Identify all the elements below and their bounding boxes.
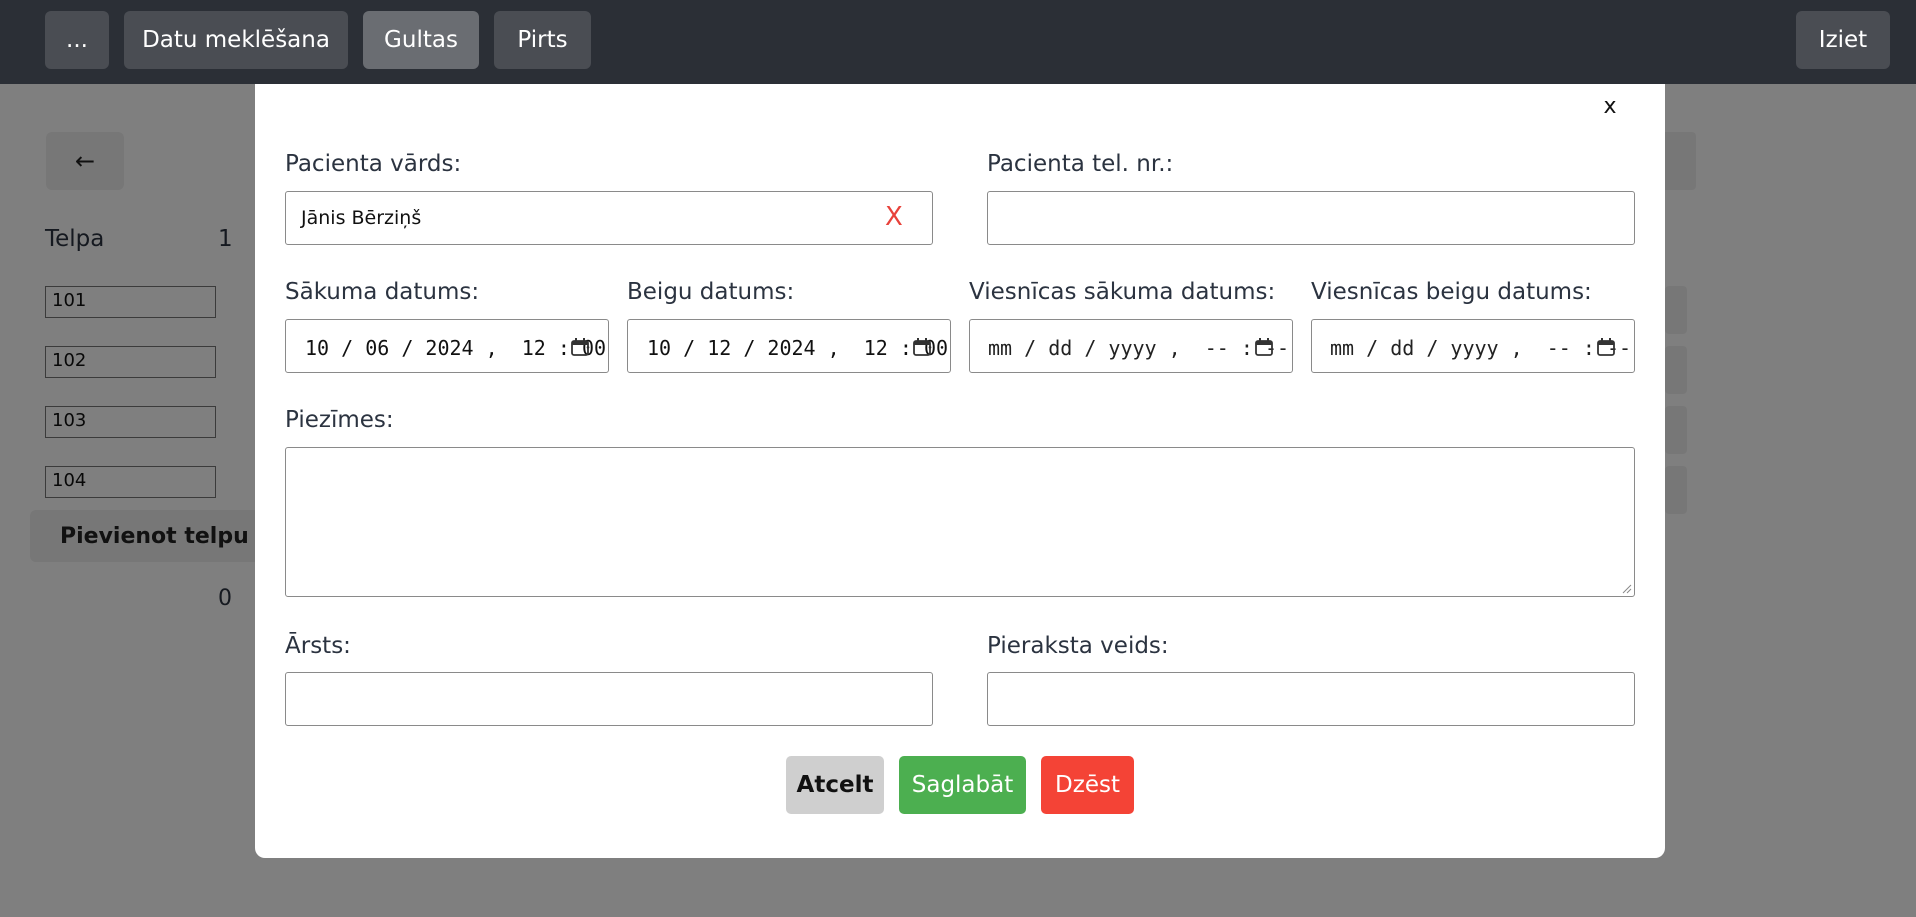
patient-name-field[interactable]: Jānis Bērziņš X <box>285 191 933 245</box>
doctor-field[interactable] <box>285 672 933 726</box>
nav-data-search[interactable]: Datu meklēšana <box>124 11 348 69</box>
calendar-icon[interactable] <box>570 337 590 357</box>
calendar-icon[interactable] <box>1254 337 1274 357</box>
end-date-value: 10 / 12 / 2024 , 12 : 00 <box>647 336 949 360</box>
notes-label: Piezīmes: <box>285 407 394 433</box>
notes-textarea[interactable] <box>285 447 1635 597</box>
patient-name-value: Jānis Bērziņš <box>301 207 422 229</box>
patient-phone-field[interactable] <box>987 191 1635 245</box>
hotel-start-date-input[interactable]: mm / dd / yyyy , -- : -- <box>969 319 1293 373</box>
hotel-end-date-label: Viesnīcas beigu datums: <box>1311 279 1592 305</box>
logout-button[interactable]: Iziet <box>1796 11 1890 69</box>
nav-sauna[interactable]: Pirts <box>494 11 591 69</box>
appointment-type-label: Pieraksta veids: <box>987 633 1169 659</box>
nav-beds[interactable]: Gultas <box>363 11 479 69</box>
top-navbar: ... Datu meklēšana Gultas Pirts Iziet <box>0 0 1916 84</box>
menu-button[interactable]: ... <box>45 11 109 69</box>
doctor-label: Ārsts: <box>285 633 351 659</box>
hotel-start-date-value: mm / dd / yyyy , -- : -- <box>988 336 1290 360</box>
start-date-value: 10 / 06 / 2024 , 12 : 00 <box>305 336 607 360</box>
resize-grip-icon[interactable] <box>1620 582 1632 594</box>
end-date-label: Beigu datums: <box>627 279 795 305</box>
save-button[interactable]: Saglabāt <box>899 756 1026 814</box>
appointment-type-field[interactable] <box>987 672 1635 726</box>
patient-phone-label: Pacienta tel. nr.: <box>987 151 1174 177</box>
close-modal-button[interactable]: x <box>1600 94 1620 122</box>
start-date-input[interactable]: 10 / 06 / 2024 , 12 : 00 <box>285 319 609 373</box>
end-date-input[interactable]: 10 / 12 / 2024 , 12 : 00 <box>627 319 951 373</box>
calendar-icon[interactable] <box>912 337 932 357</box>
delete-button[interactable]: Dzēst <box>1041 756 1134 814</box>
clear-patient-button[interactable]: X <box>885 202 903 232</box>
cancel-button[interactable]: Atcelt <box>786 756 884 814</box>
hotel-start-date-label: Viesnīcas sākuma datums: <box>969 279 1276 305</box>
hotel-end-date-value: mm / dd / yyyy , -- : -- <box>1330 336 1632 360</box>
hotel-end-date-input[interactable]: mm / dd / yyyy , -- : -- <box>1311 319 1635 373</box>
start-date-label: Sākuma datums: <box>285 279 480 305</box>
calendar-icon[interactable] <box>1596 337 1616 357</box>
patient-name-label: Pacienta vārds: <box>285 151 462 177</box>
